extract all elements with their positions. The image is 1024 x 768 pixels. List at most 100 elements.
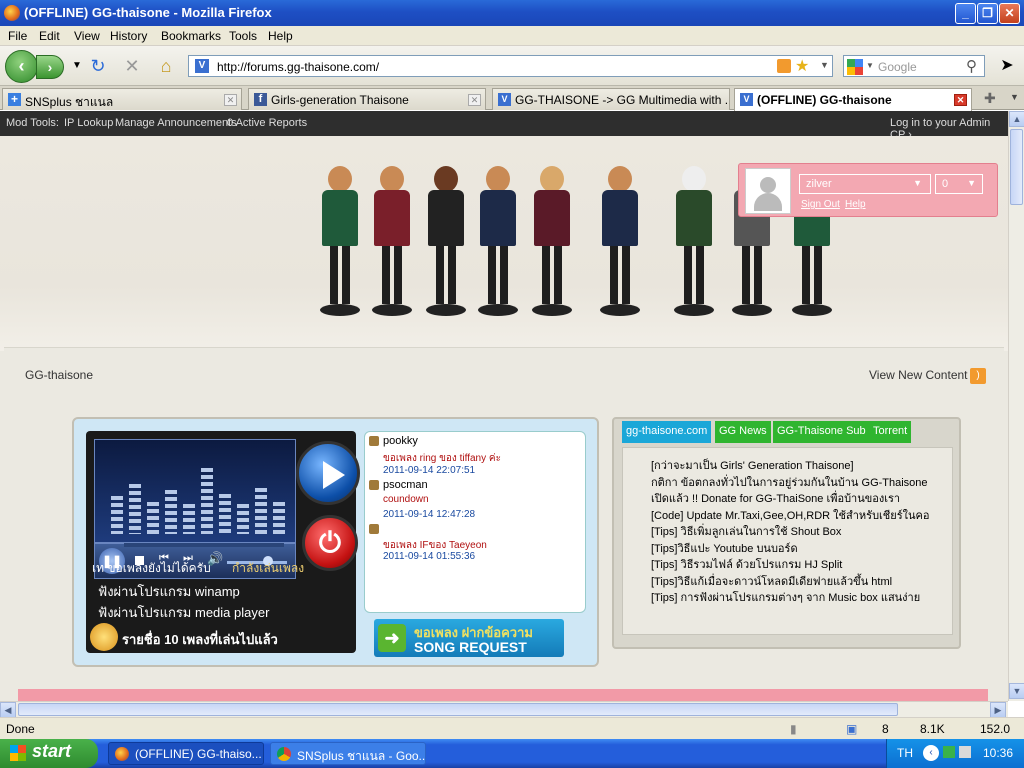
header-banner: zilver ▼ 0 ▼ Sign Out Help bbox=[0, 136, 1008, 351]
request-user: pookky bbox=[383, 435, 418, 447]
back-button[interactable]: ‹ bbox=[5, 50, 38, 83]
url-dropdown-icon[interactable]: ▼ bbox=[820, 60, 829, 70]
now-playing-link[interactable]: กำลังเล่นเพลง bbox=[232, 559, 304, 578]
news-item[interactable]: [Tips] การฟังผ่านโปรแกรมต่างๆ จาก Music … bbox=[651, 588, 920, 606]
user-icon bbox=[369, 436, 379, 446]
notification-dropdown[interactable]: 0 ▼ bbox=[935, 174, 983, 194]
user-dropdown[interactable]: zilver ▼ bbox=[799, 174, 931, 194]
tab-label: Girls-generation Thaisone bbox=[271, 93, 409, 107]
reload-icon[interactable]: ↻ bbox=[87, 56, 109, 76]
url-bar[interactable]: V http://forums.gg-thaisone.com/ ★ ▼ bbox=[188, 55, 833, 77]
tab-snsplus[interactable]: + SNSplus ชาแนล ✕ bbox=[2, 88, 242, 110]
rss-feed-icon[interactable] bbox=[777, 59, 791, 73]
play-button[interactable] bbox=[296, 441, 360, 505]
window-titlebar[interactable]: (OFFLINE) GG-thaisone - Mozilla Firefox … bbox=[0, 0, 1024, 26]
tab-girls-generation[interactable]: f Girls-generation Thaisone ✕ bbox=[248, 88, 486, 110]
horizontal-scroll-thumb[interactable] bbox=[18, 703, 898, 716]
site-favicon-icon: V bbox=[740, 93, 753, 106]
search-icon[interactable]: ⚲ bbox=[966, 57, 977, 75]
news-item[interactable]: [กว่าจะมาเป็น Girls' Generation Thaisone… bbox=[651, 456, 854, 474]
scroll-down-icon[interactable]: ▼ bbox=[1009, 683, 1024, 699]
manage-announcements-link[interactable]: Manage Announcements bbox=[115, 117, 237, 129]
request-user: psocman bbox=[383, 479, 428, 491]
close-tab-icon[interactable]: ✕ bbox=[224, 94, 237, 106]
close-window-button[interactable]: ✕ bbox=[999, 3, 1020, 24]
site-title: GG-thaisone bbox=[25, 368, 94, 382]
news-list: [กว่าจะมาเป็น Girls' Generation Thaisone… bbox=[622, 447, 953, 635]
taskbar-item-firefox[interactable]: (OFFLINE) GG-thaiso... bbox=[108, 742, 264, 765]
tab-gg-thaisone-sub[interactable]: GG-Thaisone Sub bbox=[773, 421, 870, 443]
chevron-down-icon: ▼ bbox=[967, 178, 976, 188]
menu-tools[interactable]: Tools bbox=[229, 29, 257, 43]
menu-edit[interactable]: Edit bbox=[39, 29, 60, 43]
tab-gg-thaisone[interactable]: V (OFFLINE) GG-thaisone ✕ bbox=[734, 88, 972, 111]
engine-dropdown-icon[interactable]: ▼ bbox=[866, 61, 874, 70]
scroll-up-icon[interactable]: ▲ bbox=[1009, 111, 1024, 127]
view-new-content-link[interactable]: View New Content bbox=[869, 368, 968, 382]
notification-count: 0 bbox=[942, 178, 949, 190]
tray-expand-icon[interactable]: ‹ bbox=[923, 745, 939, 761]
rss-feed-icon[interactable]: ) bbox=[970, 368, 986, 384]
stop-icon[interactable]: ✕ bbox=[121, 56, 143, 76]
sign-out-link[interactable]: Sign Out bbox=[801, 199, 840, 210]
history-dropdown-icon[interactable]: ▼ bbox=[66, 56, 88, 76]
google-engine-icon[interactable] bbox=[847, 59, 863, 75]
close-tab-icon[interactable]: ✕ bbox=[468, 94, 481, 106]
menu-history[interactable]: History bbox=[110, 29, 147, 43]
request-time: 2011-09-14 01:55:36 bbox=[383, 551, 476, 562]
tab-list-icon[interactable]: ▼ bbox=[1010, 92, 1019, 102]
winamp-link[interactable]: ฟังผ่านโปรแกรม winamp bbox=[98, 581, 240, 602]
tray-volume-icon[interactable] bbox=[959, 746, 971, 758]
tab-gg-news[interactable]: GG News bbox=[715, 421, 771, 443]
minimize-button[interactable]: _ bbox=[955, 3, 976, 24]
tray-network-icon[interactable] bbox=[943, 746, 955, 758]
maximize-button[interactable]: ❐ bbox=[977, 3, 998, 24]
news-item[interactable]: [Tips] วิธีเพิ่มลูกเล่นในการใช้ Shout Bo… bbox=[651, 522, 841, 540]
windows-taskbar: start (OFFLINE) GG-thaiso... SNSplus ชาแ… bbox=[0, 739, 1024, 768]
close-tab-icon[interactable]: ✕ bbox=[954, 94, 967, 106]
language-indicator[interactable]: TH bbox=[897, 746, 913, 760]
menu-help[interactable]: Help bbox=[268, 29, 293, 43]
taskbar-item-chrome[interactable]: SNSplus ชาแนล - Goo... bbox=[270, 742, 426, 765]
seek-bar[interactable] bbox=[124, 543, 284, 547]
menu-file[interactable]: File bbox=[8, 29, 27, 43]
mod-tools-label: Mod Tools: bbox=[6, 117, 59, 129]
scroll-right-icon[interactable]: ▶ bbox=[990, 702, 1006, 718]
chrome-icon bbox=[277, 747, 291, 761]
help-link[interactable]: Help bbox=[845, 199, 866, 210]
plus-icon: + bbox=[8, 93, 21, 106]
played-songs-link[interactable]: รายชื่อ 10 เพลงที่เล่นไปแล้ว bbox=[122, 629, 278, 650]
new-tab-icon[interactable]: ✚ bbox=[984, 90, 996, 107]
player-status-text: เท ขอเพลงยังไม่ได้ครับ bbox=[92, 561, 211, 575]
power-button[interactable]: ⏻ bbox=[302, 515, 358, 571]
news-item[interactable]: [Tips] วิธีรวมไฟล์ ด้วยโปรแกรม HJ Split bbox=[651, 555, 842, 573]
tab-torrent[interactable]: Torrent bbox=[869, 421, 912, 443]
home-icon[interactable]: ⌂ bbox=[155, 56, 177, 76]
scroll-thumb[interactable] bbox=[1010, 129, 1023, 205]
taskbar-item-label: (OFFLINE) GG-thaiso... bbox=[135, 747, 262, 761]
user-icon bbox=[369, 480, 379, 490]
horizontal-scrollbar[interactable]: ◀ ▶ bbox=[0, 701, 1008, 718]
menu-bookmarks[interactable]: Bookmarks bbox=[161, 29, 221, 43]
song-request-button[interactable]: ➜ ขอเพลง ฝากข้อความ SONG REQUEST bbox=[374, 619, 564, 657]
media-player-link[interactable]: ฟังผ่านโปรแกรม media player bbox=[98, 602, 269, 623]
bookmark-star-icon[interactable]: ★ bbox=[795, 56, 809, 76]
start-button[interactable]: start bbox=[0, 739, 98, 768]
menu-bar: File Edit View History Bookmarks Tools H… bbox=[0, 26, 1024, 46]
addon-icon[interactable]: ▮ bbox=[790, 722, 797, 736]
news-box: gg-thaisone.com GG News GG-Thaisone Sub … bbox=[612, 417, 961, 649]
equalizer-display bbox=[94, 439, 296, 543]
tab-gg-thaisone-com[interactable]: gg-thaisone.com bbox=[622, 421, 712, 443]
vertical-scrollbar[interactable]: ▲ ▼ bbox=[1008, 111, 1024, 701]
forward-button[interactable]: › bbox=[36, 55, 64, 79]
search-box[interactable]: ▼ Google ⚲ bbox=[843, 55, 985, 77]
news-item[interactable]: เปิดแล้ว !! Donate for GG-ThaiSone เพื่อ… bbox=[651, 489, 900, 507]
tab-label: (OFFLINE) GG-thaisone bbox=[757, 93, 892, 107]
start-label: start bbox=[32, 741, 72, 761]
scroll-left-icon[interactable]: ◀ bbox=[0, 702, 16, 718]
avatar[interactable] bbox=[745, 168, 791, 214]
active-reports-link[interactable]: 0 Active Reports bbox=[227, 117, 307, 129]
tab-gg-multimedia[interactable]: V GG-THAISONE -> GG Multimedia with ... bbox=[492, 88, 730, 110]
ip-lookup-link[interactable]: IP Lookup bbox=[64, 117, 113, 129]
menu-view[interactable]: View bbox=[74, 29, 100, 43]
